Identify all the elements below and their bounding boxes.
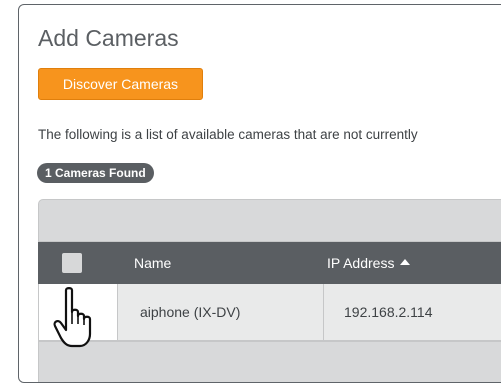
column-header-name[interactable]: Name bbox=[134, 242, 171, 284]
column-header-ip-address[interactable]: IP Address bbox=[327, 242, 411, 284]
table-header: Name IP Address bbox=[38, 242, 501, 284]
table-row[interactable]: aiphone (IX-DV) 192.168.2.114 bbox=[38, 284, 501, 341]
description-text: The following is a list of available cam… bbox=[38, 127, 418, 142]
page-title: Add Cameras bbox=[38, 25, 179, 51]
hand-pointer-icon bbox=[53, 287, 92, 348]
sort-ascending-icon bbox=[400, 259, 411, 266]
table-toolbar-top bbox=[38, 199, 501, 242]
select-all-checkbox[interactable] bbox=[62, 253, 82, 273]
table-toolbar-bottom bbox=[38, 341, 501, 382]
cameras-found-badge: 1 Cameras Found bbox=[37, 163, 154, 183]
camera-name-cell: aiphone (IX-DV) bbox=[118, 284, 324, 340]
camera-ip-cell: 192.168.2.114 bbox=[324, 284, 501, 340]
column-header-ip-label: IP Address bbox=[327, 255, 395, 271]
discover-cameras-button[interactable]: Discover Cameras bbox=[38, 68, 203, 100]
